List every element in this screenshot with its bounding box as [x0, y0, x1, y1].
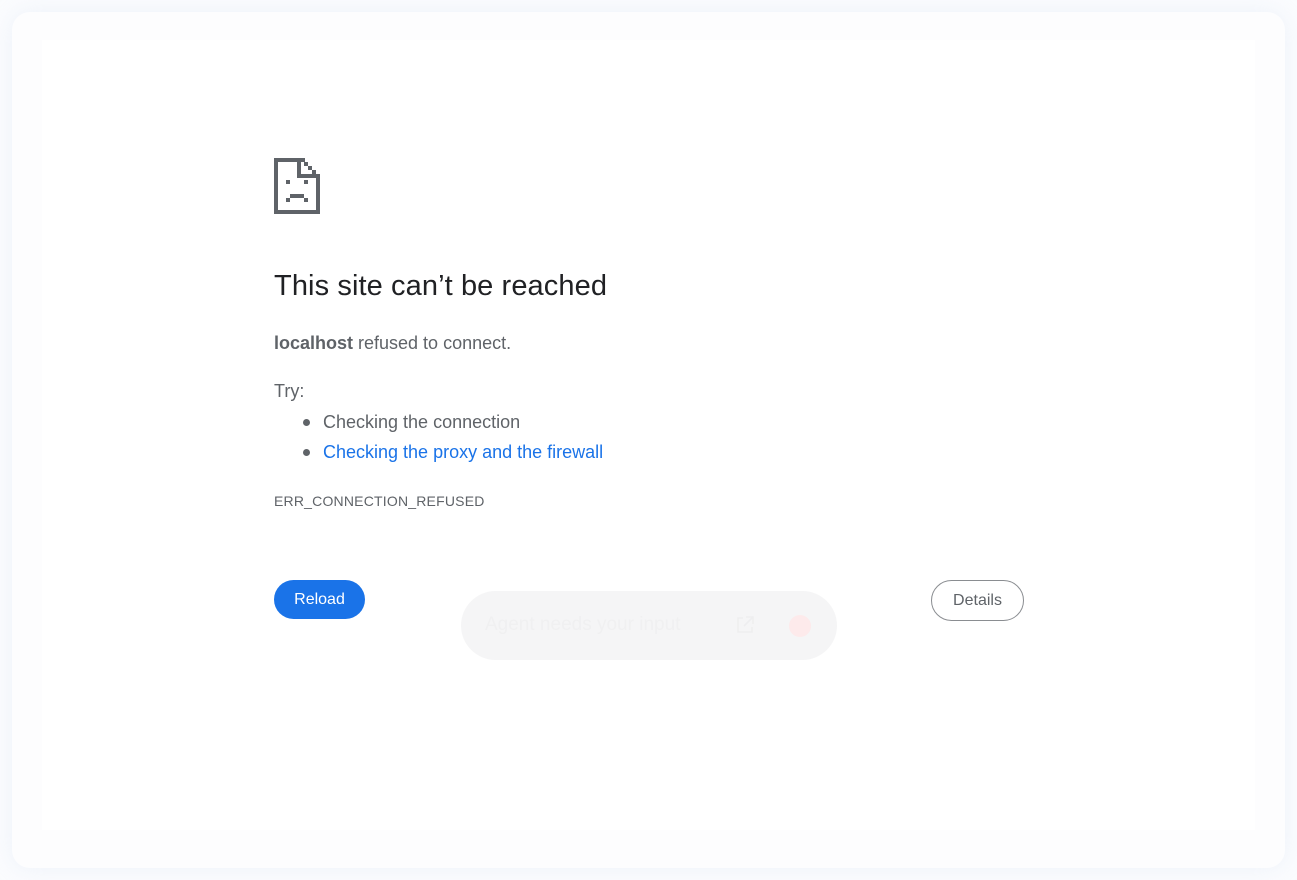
proxy-firewall-link[interactable]: Checking the proxy and the firewall [323, 442, 603, 462]
suggestions-list: Checking the connection Checking the pro… [274, 409, 603, 469]
suggestion-item: Checking the connection [274, 409, 603, 439]
suggestion-text: Checking the connection [323, 412, 521, 432]
bullet-icon [303, 449, 310, 456]
page-viewport [42, 40, 1255, 830]
error-summary: localhost refused to connect. [274, 333, 511, 354]
summary-suffix: refused to connect. [353, 333, 512, 353]
host-name: localhost [274, 333, 354, 353]
reload-button[interactable]: Reload [274, 580, 365, 619]
agent-input-toast[interactable]: Agent needs your input [461, 591, 837, 660]
suggestion-item[interactable]: Checking the proxy and the firewall [274, 439, 603, 469]
sad-page-icon [274, 158, 320, 214]
try-label: Try: [274, 381, 305, 401]
open-external-icon[interactable] [734, 614, 756, 636]
agent-toast-message: Agent needs your input [485, 614, 681, 635]
details-button[interactable]: Details [931, 580, 1024, 621]
bullet-icon [303, 419, 310, 426]
error-code: ERR_CONNECTION_REFUSED [274, 493, 485, 509]
stop-icon[interactable] [789, 615, 811, 637]
page-title: This site can’t be reached [274, 270, 608, 302]
